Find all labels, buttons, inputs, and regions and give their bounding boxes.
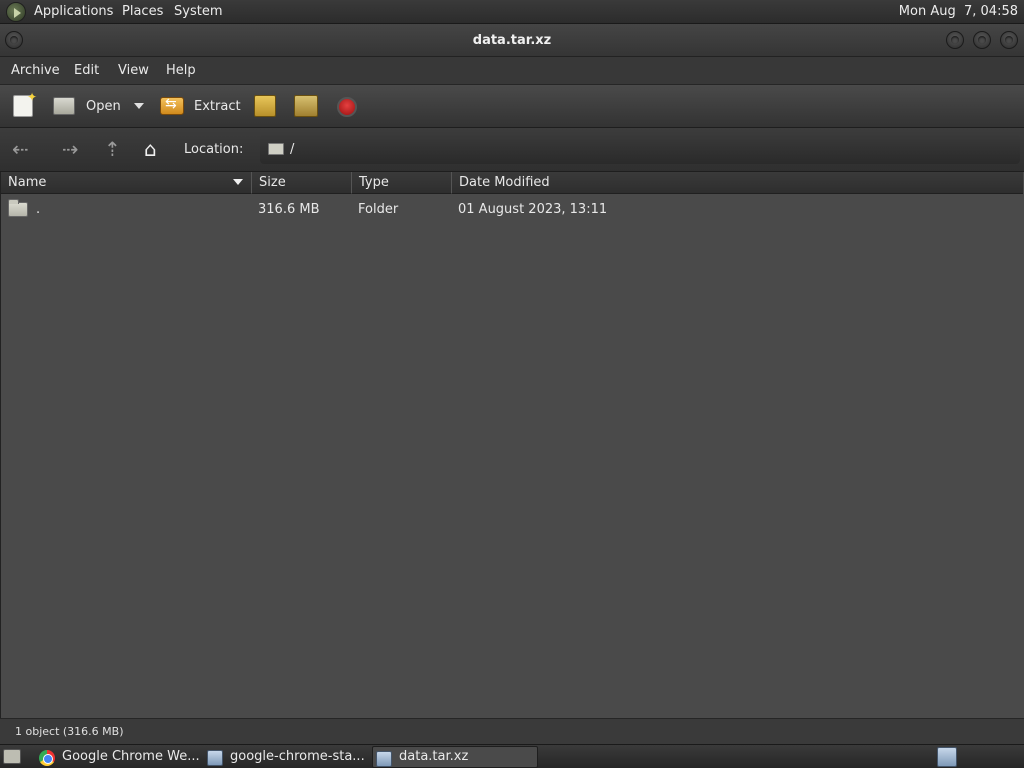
open-icon[interactable] [53,97,75,115]
new-archive-icon[interactable] [13,90,37,117]
add-files-icon[interactable] [254,95,276,117]
maximize-button[interactable] [973,31,991,49]
system-menu[interactable]: System [174,4,222,19]
toolbar: Open Extract [0,84,1024,128]
extract-icon[interactable] [160,96,184,115]
chrome-icon [39,750,55,766]
table-row[interactable]: . 316.6 MB Folder 01 August 2023, 13:11 [1,199,1023,222]
applications-menu[interactable]: Applications [34,4,113,19]
menu-help[interactable]: Help [166,63,196,78]
column-name-label: Name [8,175,47,190]
taskbar: Google Chrome We... google-chrome-sta...… [0,744,1024,768]
file-list: Name Size Type Date Modified . 316.6 MB … [0,172,1024,718]
taskbar-item-label: google-chrome-sta... [230,749,365,764]
menu-edit[interactable]: Edit [74,63,99,78]
clock[interactable]: Mon Aug 7, 04:58 [899,4,1018,19]
workspace-switcher-icon[interactable] [937,747,957,767]
column-header-name[interactable]: Name [1,172,252,194]
minimize-button[interactable] [946,31,964,49]
forward-icon[interactable]: ⇢ [62,139,79,159]
menubar: Archive Edit View Help [0,57,1024,84]
window-titlebar[interactable]: data.tar.xz [0,24,1024,57]
status-bar: 1 object (316.6 MB) [0,718,1024,744]
archive-manager-icon [376,751,392,767]
top-panel: Applications Places System Mon Aug 7, 04… [0,0,1024,24]
column-header-size[interactable]: Size [252,172,352,194]
up-icon[interactable]: ⇡ [104,139,121,159]
file-size: 316.6 MB [258,202,320,217]
status-text: 1 object (316.6 MB) [15,725,124,738]
sort-arrow-icon [233,179,243,185]
taskbar-item-chrome[interactable]: Google Chrome We... [36,746,202,768]
column-header-type[interactable]: Type [352,172,452,194]
open-button[interactable]: Open [86,99,121,114]
file-type: Folder [358,202,399,217]
column-type-label: Type [359,175,389,190]
menu-view[interactable]: View [118,63,149,78]
location-path: / [290,142,295,157]
home-icon[interactable]: ⌂ [144,139,157,159]
close-button[interactable] [1000,31,1018,49]
menu-archive[interactable]: Archive [11,63,60,78]
distro-logo-icon[interactable] [6,2,26,22]
stop-icon[interactable] [337,97,357,117]
file-name: . [36,202,41,217]
column-size-label: Size [259,175,286,190]
taskbar-item-label: Google Chrome We... [62,749,200,764]
add-folder-icon[interactable] [294,95,318,117]
open-dropdown-icon[interactable] [134,103,144,109]
taskbar-item-label: data.tar.xz [399,749,469,764]
column-header-date-modified[interactable]: Date Modified [452,172,1023,194]
show-desktop-icon[interactable] [3,749,21,764]
folder-icon [8,199,28,217]
archive-manager-icon [207,750,223,766]
window-title: data.tar.xz [472,33,552,48]
folder-icon [268,143,284,155]
extract-button[interactable]: Extract [194,99,241,114]
location-label: Location: [184,142,244,157]
taskbar-item-chrome-stable[interactable]: google-chrome-sta... [204,746,370,768]
location-bar: ⇠ ⇢ ⇡ ⌂ Location: / [0,128,1024,172]
back-icon[interactable]: ⇠ [12,139,29,159]
file-date-modified: 01 August 2023, 13:11 [458,202,608,217]
places-menu[interactable]: Places [122,4,163,19]
taskbar-item-data-tar-xz[interactable]: data.tar.xz [372,746,538,768]
location-field[interactable]: / [260,134,1020,164]
column-date-label: Date Modified [459,175,550,190]
